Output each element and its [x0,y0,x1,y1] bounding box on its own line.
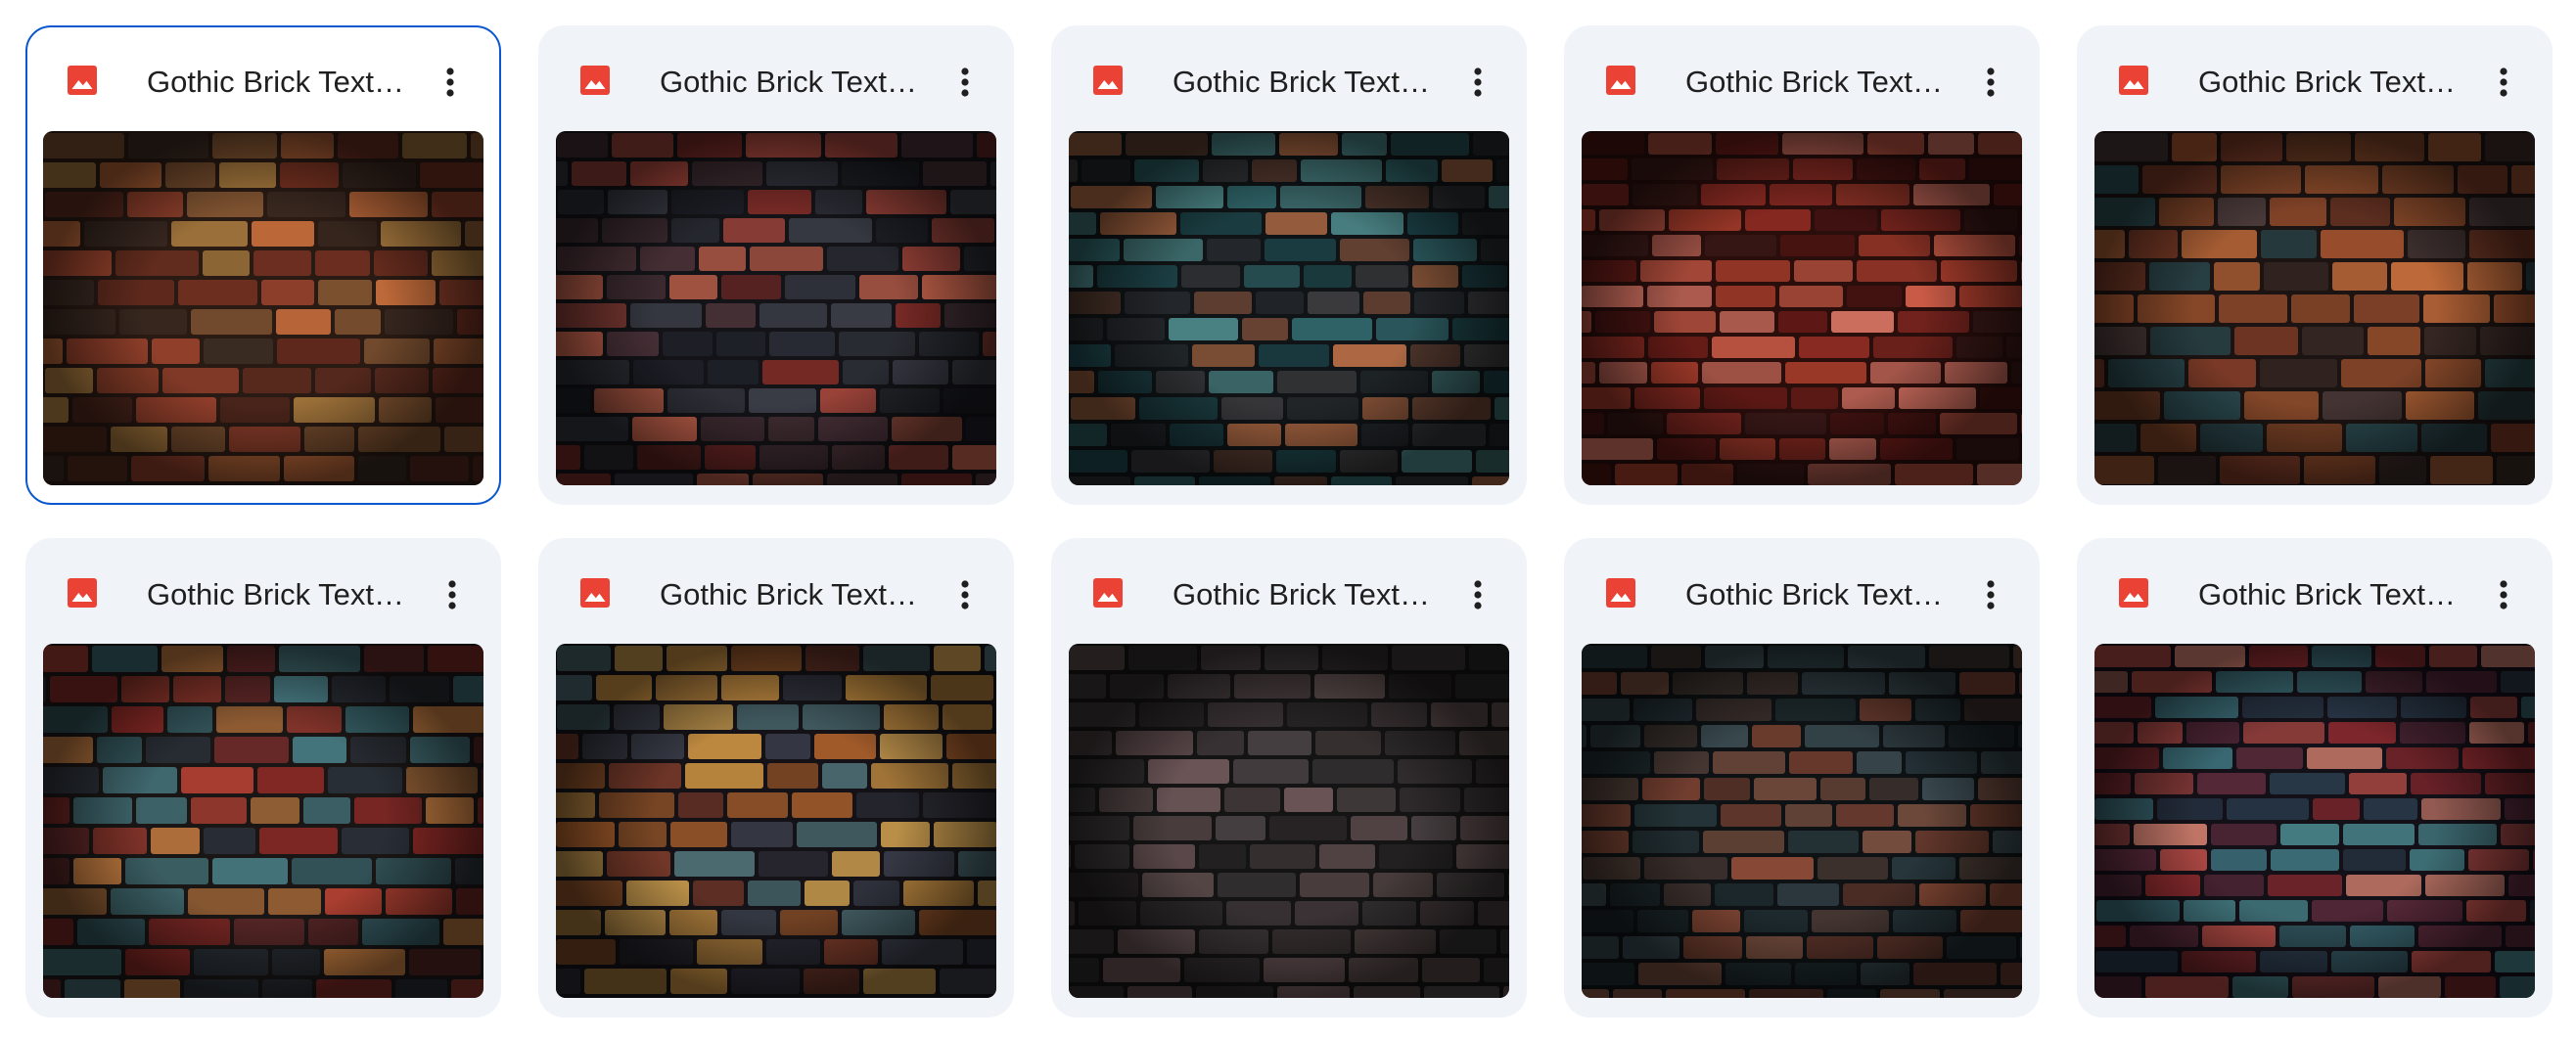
file-title[interactable]: Gothic Brick Texture [2198,61,2462,104]
file-thumbnail[interactable] [43,644,483,998]
more-actions-button[interactable] [423,55,478,110]
file-title[interactable]: Gothic Brick Texture [1685,573,1950,616]
file-thumbnail[interactable] [2094,131,2535,485]
file-thumbnail[interactable] [556,131,996,485]
file-card-header: Gothic Brick Texture [1051,538,1527,644]
file-grid: Gothic Brick Texture Gothic Brick Texture… [0,0,2576,1039]
image-file-icon [577,63,613,98]
file-thumbnail[interactable] [1069,644,1509,998]
file-thumbnail[interactable] [43,131,483,485]
file-title[interactable]: Gothic Brick Texture [147,61,411,104]
file-thumbnail[interactable] [1069,131,1509,485]
file-card-header: Gothic Brick Texture [1564,25,2040,131]
file-card[interactable]: Gothic Brick Texture [25,538,501,1017]
image-file-icon [1603,63,1638,98]
file-thumbnail[interactable] [556,644,996,998]
image-file-icon [577,575,613,610]
file-title[interactable]: Gothic Brick Texture [147,573,411,616]
file-card[interactable]: Gothic Brick Texture [1564,538,2040,1017]
image-file-icon [1090,575,1126,610]
file-title[interactable]: Gothic Brick Texture [2198,573,2462,616]
file-card-header: Gothic Brick Texture [2077,25,2553,131]
image-file-icon [1090,63,1126,98]
file-card[interactable]: Gothic Brick Texture [2077,25,2553,505]
more-actions-button[interactable] [938,55,992,110]
file-card[interactable]: Gothic Brick Texture [538,25,1014,505]
file-title[interactable]: Gothic Brick Texture [1173,573,1437,616]
image-file-icon [2116,575,2151,610]
file-card-header: Gothic Brick Texture [1564,538,2040,644]
more-actions-button[interactable] [1963,55,2018,110]
file-card-header: Gothic Brick Texture [538,25,1014,131]
file-thumbnail[interactable] [2094,644,2535,998]
image-file-icon [1603,575,1638,610]
file-card-header: Gothic Brick Texture [25,25,499,131]
more-actions-button[interactable] [2476,567,2531,622]
file-title[interactable]: Gothic Brick Texture [1173,61,1437,104]
more-actions-button[interactable] [425,567,480,622]
image-file-icon [65,63,100,98]
file-card-header: Gothic Brick Texture [2077,538,2553,644]
more-actions-button[interactable] [1450,55,1505,110]
file-card-header: Gothic Brick Texture [25,538,501,644]
file-card[interactable]: Gothic Brick Texture [1051,538,1527,1017]
file-card[interactable]: Gothic Brick Texture [538,538,1014,1017]
more-actions-button[interactable] [938,567,992,622]
file-card-header: Gothic Brick Texture [1051,25,1527,131]
file-title[interactable]: Gothic Brick Texture [660,573,924,616]
file-card[interactable]: Gothic Brick Texture [1051,25,1527,505]
image-file-icon [65,575,100,610]
more-actions-button[interactable] [2476,55,2531,110]
image-file-icon [2116,63,2151,98]
file-title[interactable]: Gothic Brick Texture [660,61,924,104]
file-card-header: Gothic Brick Texture [538,538,1014,644]
file-card[interactable]: Gothic Brick Texture [2077,538,2553,1017]
file-thumbnail[interactable] [1582,644,2022,998]
file-title[interactable]: Gothic Brick Texture [1685,61,1950,104]
file-thumbnail[interactable] [1582,131,2022,485]
more-actions-button[interactable] [1963,567,2018,622]
more-actions-button[interactable] [1450,567,1505,622]
file-card[interactable]: Gothic Brick Texture [25,25,501,505]
file-card[interactable]: Gothic Brick Texture [1564,25,2040,505]
